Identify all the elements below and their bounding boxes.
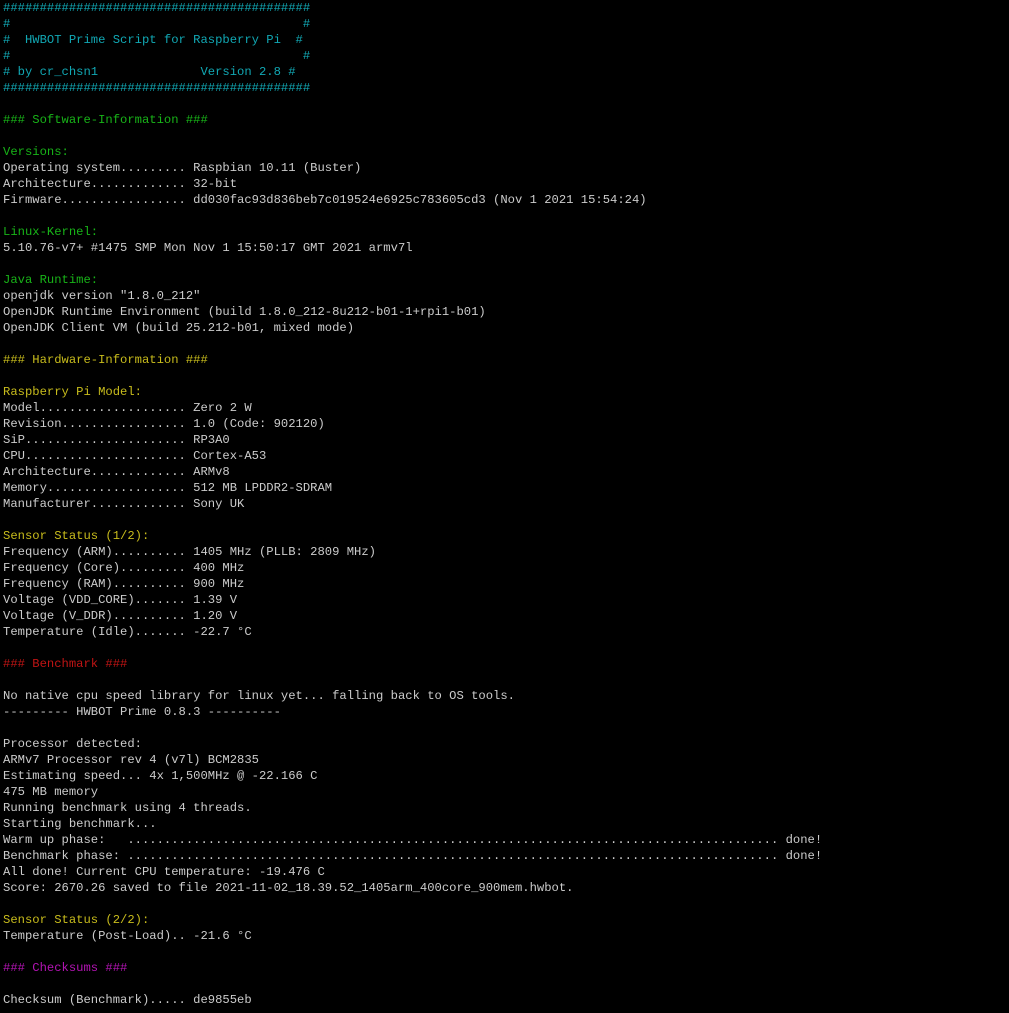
terminal-output[interactable]: ########################################… [3,0,1006,1013]
terminal-line: Architecture............. 32-bit [3,177,238,191]
terminal-line: Raspberry Pi Model: [3,385,142,399]
terminal-line: Voltage (VDD_CORE)....... 1.39 V [3,593,238,607]
terminal-line: Firmware................. dd030fac93d836… [3,193,647,207]
terminal-line: 5.10.76-v7+ #1475 SMP Mon Nov 1 15:50:17… [3,241,413,255]
terminal-line: ### Hardware-Information ### [3,353,208,367]
terminal-line: ### Benchmark ### [3,657,128,671]
terminal-line: Revision................. 1.0 (Code: 902… [3,417,325,431]
terminal-line: Operating system......... Raspbian 10.11… [3,161,362,175]
terminal-line: Estimating speed... 4x 1,500MHz @ -22.16… [3,769,318,783]
terminal-line: Voltage (V_DDR).......... 1.20 V [3,609,238,623]
terminal-line: 475 MB memory [3,785,99,799]
terminal-line: Starting benchmark... [3,817,157,831]
terminal-line: openjdk version "1.8.0_212" [3,289,201,303]
terminal-line: ARMv7 Processor rev 4 (v7l) BCM2835 [3,753,259,767]
terminal-line: # HWBOT Prime Script for Raspberry Pi # [3,33,303,47]
terminal-line: # # [3,49,311,63]
terminal-line: All done! Current CPU temperature: -19.4… [3,865,325,879]
terminal-line: Checksum (Benchmark)..... de9855eb [3,993,252,1007]
terminal-line: Frequency (Core)......... 400 MHz [3,561,245,575]
terminal-line: Manufacturer............. Sony UK [3,497,245,511]
terminal-line: Frequency (RAM).......... 900 MHz [3,577,245,591]
terminal-line: Running benchmark using 4 threads. [3,801,252,815]
terminal-line: Temperature (Idle)....... -22.7 °C [3,625,252,639]
terminal-line: Model.................... Zero 2 W [3,401,252,415]
terminal-line: Sensor Status (2/2): [3,913,150,927]
terminal-line: SiP...................... RP3A0 [3,433,230,447]
terminal-line: ### Software-Information ### [3,113,208,127]
terminal-line: --------- HWBOT Prime 0.8.3 ---------- [3,705,281,719]
terminal-line: ########################################… [3,1,311,15]
terminal-line: ########################################… [3,81,311,95]
terminal-line: Temperature (Post-Load).. -21.6 °C [3,929,252,943]
terminal-line: Benchmark phase: .......................… [3,849,823,863]
terminal-line: Frequency (ARM).......... 1405 MHz (PLLB… [3,545,376,559]
terminal-line: Memory................... 512 MB LPDDR2-… [3,481,333,495]
terminal-line: Sensor Status (1/2): [3,529,150,543]
terminal-line: OpenJDK Client VM (build 25.212-b01, mix… [3,321,355,335]
terminal-line: Architecture............. ARMv8 [3,465,230,479]
terminal-line: CPU...................... Cortex-A53 [3,449,267,463]
terminal-line: Versions: [3,145,69,159]
terminal-line: Java Runtime: [3,273,99,287]
terminal-line: Processor detected: [3,737,142,751]
terminal-line: Linux-Kernel: [3,225,99,239]
terminal-line: # # [3,17,311,31]
terminal-line: Warm up phase: .........................… [3,833,823,847]
terminal-line: Score: 2670.26 saved to file 2021-11-02_… [3,881,574,895]
terminal-line: ### Checksums ### [3,961,128,975]
terminal-line: No native cpu speed library for linux ye… [3,689,515,703]
terminal-line: OpenJDK Runtime Environment (build 1.8.0… [3,305,486,319]
terminal-line: # by cr_chsn1 Version 2.8 # [3,65,296,79]
